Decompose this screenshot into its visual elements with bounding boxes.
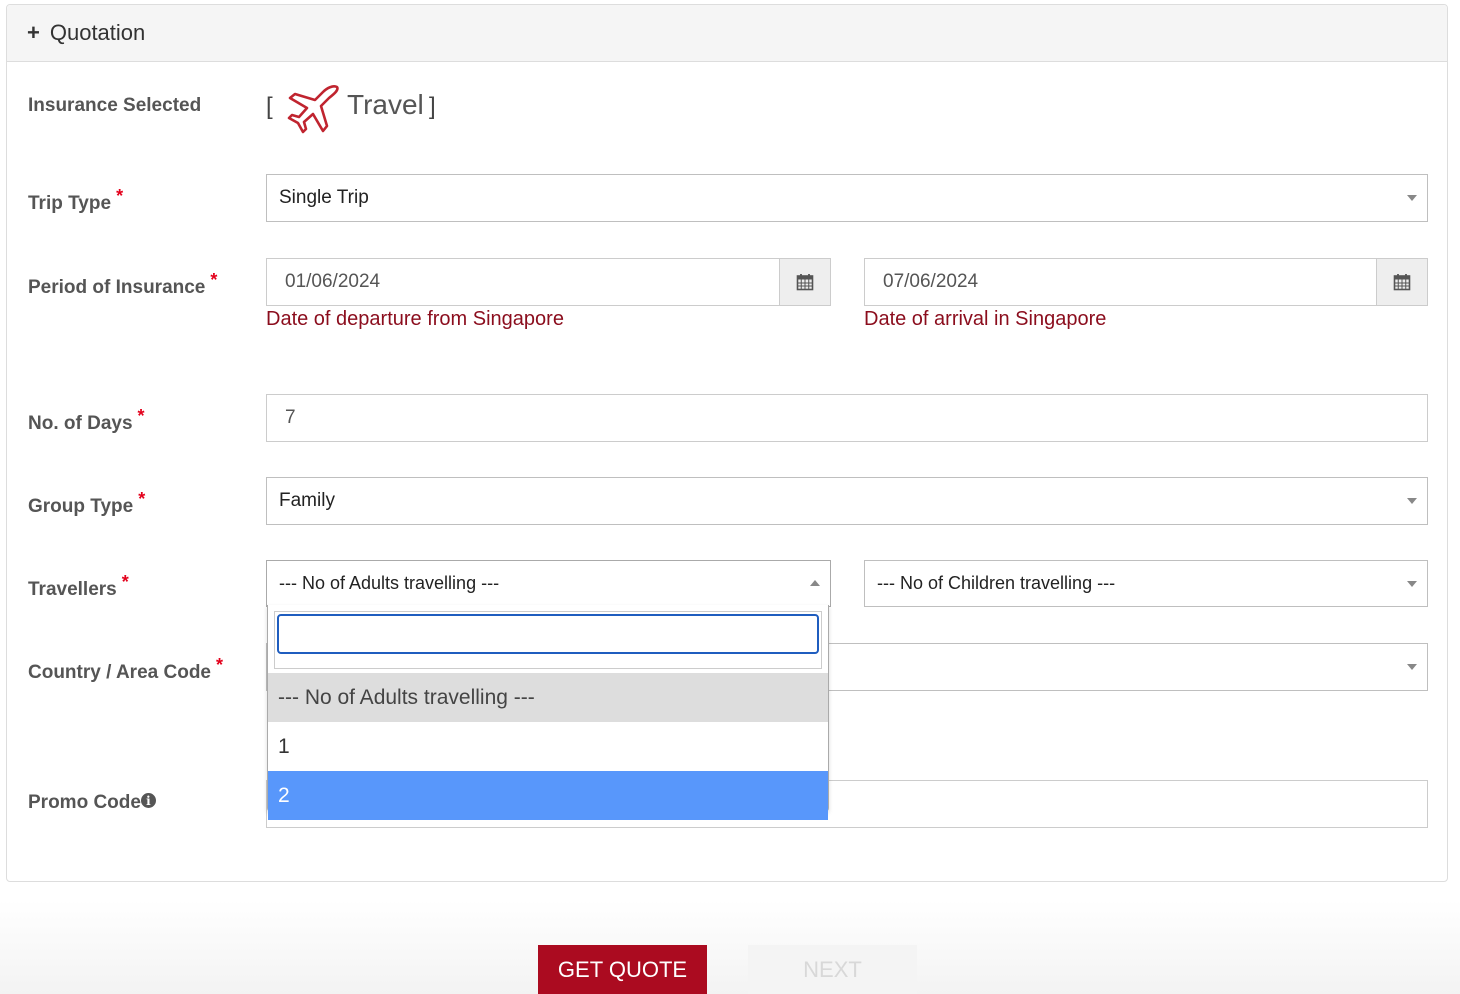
days-label: No. of Days * <box>28 406 145 435</box>
arrival-date-input[interactable]: 07/06/2024 <box>864 258 1428 306</box>
adults-select-value: --- No of Adults travelling --- <box>279 573 500 593</box>
chevron-down-icon <box>1407 664 1417 670</box>
dropdown-option[interactable]: --- No of Adults travelling --- <box>268 673 828 722</box>
panel-title: Quotation <box>49 20 146 45</box>
bracket-close: ] <box>429 93 436 120</box>
period-label-text: Period of Insurance <box>28 277 206 298</box>
required-marker: * <box>216 655 224 675</box>
trip-type-label: Trip Type * <box>28 186 123 215</box>
period-label: Period of Insurance * <box>28 270 217 299</box>
dropdown-option[interactable]: 1 <box>268 722 828 771</box>
bracket-open: [ <box>266 93 273 120</box>
trip-type-select[interactable]: Single Trip <box>266 174 1428 222</box>
chevron-down-icon <box>1407 580 1417 587</box>
group-type-label: Group Type * <box>28 489 145 518</box>
group-type-select[interactable]: Family <box>266 477 1428 525</box>
dropdown-search-input[interactable] <box>277 614 819 654</box>
dropdown-search-wrap <box>274 611 822 669</box>
days-input[interactable]: 7 <box>266 394 1428 442</box>
required-marker: * <box>137 406 145 426</box>
adults-select[interactable]: --- No of Adults travelling --- <box>266 560 831 607</box>
days-value: 7 <box>285 407 296 428</box>
get-quote-button[interactable]: GET QUOTE <box>538 945 707 994</box>
group-type-label-text: Group Type <box>28 496 134 517</box>
trip-type-value: Single Trip <box>279 187 369 208</box>
chevron-down-icon <box>1407 195 1417 201</box>
next-button[interactable]: NEXT <box>748 945 917 994</box>
required-marker: * <box>138 489 146 509</box>
calendar-button[interactable] <box>779 259 830 305</box>
promo-label: Promo Code i <box>28 792 156 814</box>
insurance-selected-label: Insurance Selected <box>28 95 201 117</box>
required-marker: * <box>210 270 218 290</box>
departure-hint: Date of departure from Singapore <box>266 308 564 330</box>
trip-type-label-text: Trip Type <box>28 193 112 214</box>
days-label-text: No. of Days <box>28 413 133 434</box>
promo-label-text: Promo Code <box>28 792 141 813</box>
info-icon[interactable]: i <box>140 793 156 809</box>
insurance-selected-label-text: Insurance Selected <box>28 95 202 116</box>
arrival-date-value: 07/06/2024 <box>883 271 979 292</box>
insurance-product-text: Travel <box>347 89 424 120</box>
airplane-icon <box>287 83 343 139</box>
calendar-button[interactable] <box>1376 259 1427 305</box>
required-marker: * <box>116 186 124 206</box>
chevron-down-icon <box>1407 498 1417 504</box>
panel-header[interactable]: + Quotation <box>7 5 1447 62</box>
arrival-hint: Date of arrival in Singapore <box>864 308 1107 330</box>
children-select-value: --- No of Children travelling --- <box>877 573 1116 593</box>
required-marker: * <box>121 572 129 592</box>
adults-dropdown: --- No of Adults travelling --- 1 2 <box>267 605 829 820</box>
travellers-label: Travellers * <box>28 572 129 601</box>
dropdown-option[interactable]: 2 <box>268 771 828 820</box>
travellers-label-text: Travellers <box>28 579 117 600</box>
calendar-icon <box>1393 274 1411 291</box>
calendar-icon <box>796 274 814 291</box>
country-label: Country / Area Code * <box>28 655 223 684</box>
plus-icon[interactable]: + <box>27 22 40 44</box>
bottom-shade <box>0 900 1460 994</box>
group-type-value: Family <box>279 490 335 511</box>
departure-date-value: 01/06/2024 <box>285 271 381 292</box>
children-select[interactable]: --- No of Children travelling --- <box>864 560 1428 607</box>
departure-date-input[interactable]: 01/06/2024 <box>266 258 831 306</box>
chevron-up-icon <box>810 579 820 586</box>
country-label-text: Country / Area Code <box>28 662 211 683</box>
